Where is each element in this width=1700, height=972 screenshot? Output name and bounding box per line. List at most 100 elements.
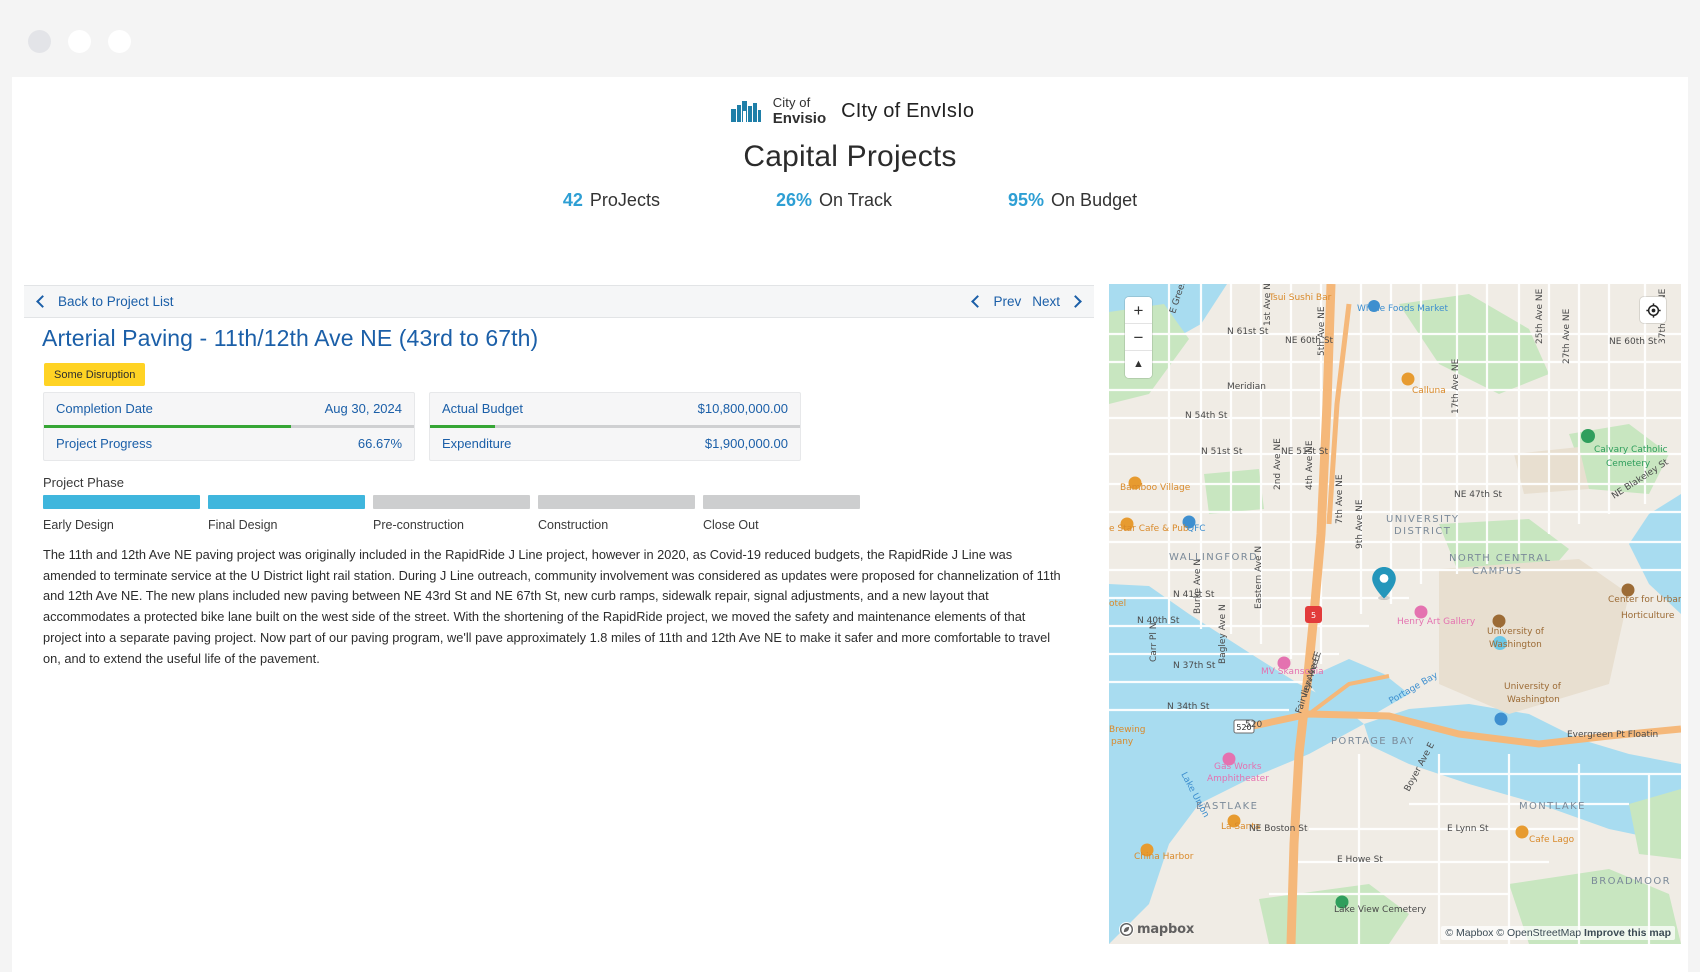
stat-on-budget: 95% On Budget — [1008, 190, 1137, 211]
browser-chrome — [0, 0, 1700, 77]
mapbox-wordmark: mapbox — [1137, 922, 1195, 937]
phase-bar — [373, 495, 530, 509]
map-label: N 34th St — [1167, 702, 1210, 712]
project-phase-1: Early Design — [43, 495, 200, 532]
project-progress-bar — [44, 425, 414, 428]
improve-this-map-link[interactable]: Improve this map — [1584, 927, 1671, 939]
app-header: City of Envisio CIty of EnvIsIo Capital … — [12, 77, 1688, 211]
city-of-envisio-logo-icon — [725, 96, 764, 126]
map-label: Meridian — [1227, 382, 1266, 392]
map-attribution: © Mapbox © OpenStreetMap Improve this ma… — [1441, 926, 1675, 940]
prev-label[interactable]: Prev — [993, 294, 1021, 309]
map-label: Eastern Ave N — [1254, 546, 1264, 609]
page-title: Capital Projects — [743, 140, 957, 173]
map-label: Whole Foods Market — [1357, 304, 1449, 314]
next-label[interactable]: Next — [1032, 294, 1060, 309]
map-label: Lake View Cemetery — [1334, 905, 1427, 915]
stat-projects-value: 42 — [562, 190, 583, 210]
map-label: Cafe Lago — [1529, 835, 1575, 845]
map-zoom-out-button[interactable]: − — [1125, 324, 1152, 351]
project-navbar: Back to Project List Prev Next — [24, 285, 1094, 318]
map-label: 25th Ave NE — [1535, 288, 1545, 344]
map-label: 5th Ave NE — [1317, 306, 1327, 356]
map-label: Washington — [1507, 695, 1560, 705]
map-label: 2nd Ave NE — [1273, 438, 1283, 490]
metric-cards: Completion Date Aug 30, 2024 Project Pro… — [43, 392, 801, 461]
map-label: N 61st St — [1227, 327, 1269, 337]
phase-label: Early Design — [43, 518, 114, 532]
map-label: DISTRICT — [1394, 526, 1451, 537]
map-label: Bagley Ave N — [1218, 604, 1228, 664]
map-label: Horticulture — [1621, 611, 1675, 621]
content-area: Back to Project List Prev Next Arterial … — [12, 267, 1688, 972]
app-page: City of Envisio CIty of EnvIsIo Capital … — [12, 77, 1688, 972]
map-label: N 51st St — [1201, 447, 1243, 457]
map-compass-button[interactable]: ▲ — [1125, 351, 1152, 378]
map-label: 17th Ave NE — [1451, 358, 1461, 414]
map-label: Calluna — [1412, 386, 1446, 396]
map-label: N 54th St — [1185, 411, 1228, 421]
geolocate-icon — [1645, 302, 1661, 318]
window-dot-3[interactable] — [108, 30, 131, 53]
expenditure-bar — [430, 425, 800, 428]
logo-line-2: Envisio — [772, 110, 827, 127]
phase-label: Construction — [538, 518, 609, 532]
brand-row: City of Envisio CIty of EnvIsIo — [12, 94, 1688, 128]
map-zoom-in-button[interactable]: + — [1125, 297, 1152, 324]
project-progress-value: 66.67% — [357, 436, 402, 451]
map-geolocate-button[interactable] — [1640, 297, 1666, 323]
budget-card: Actual Budget $10,800,000.00 Expenditure… — [429, 392, 801, 461]
project-progress-row: Project Progress 66.67% — [44, 428, 414, 460]
window-dot-2[interactable] — [68, 30, 91, 53]
prev-chevron-icon[interactable] — [971, 295, 985, 308]
header-stats: 42 ProJects 26% On Track 95% On Budget — [12, 190, 1688, 211]
map-label: China Harbor — [1134, 852, 1194, 862]
stat-on-track-label: On Track — [818, 190, 893, 210]
window-controls — [28, 30, 131, 53]
stat-on-track-value: 26% — [775, 190, 812, 210]
map-label: 7th Ave NE — [1335, 474, 1345, 524]
project-phase-3: Pre-construction — [373, 495, 530, 532]
map-label: QFC — [1187, 524, 1206, 534]
map-label: BROADMOOR — [1591, 876, 1671, 887]
map-label: Cemetery — [1606, 459, 1651, 469]
map-label: 27th Ave NE — [1562, 308, 1572, 364]
back-to-project-list-label: Back to Project List — [58, 294, 174, 309]
completion-date-label: Completion Date — [56, 401, 153, 416]
expenditure-label: Expenditure — [442, 436, 512, 451]
map-label: Calvary Catholic — [1594, 445, 1668, 455]
map-label: NORTH CENTRAL — [1449, 553, 1551, 564]
next-chevron-icon[interactable] — [1069, 295, 1082, 308]
project-title: Arterial Paving - 11th/12th Ave NE (43rd… — [42, 325, 539, 351]
map-label: CAMPUS — [1472, 566, 1523, 577]
phase-label: Pre-construction — [373, 518, 465, 532]
back-to-project-list-button[interactable]: Back to Project List — [36, 294, 174, 309]
map-zoom-controls[interactable]: + − ▲ — [1125, 297, 1152, 378]
phase-bar — [538, 495, 695, 509]
expenditure-value: $1,900,000.00 — [704, 436, 788, 451]
actual-budget-value: $10,800,000.00 — [697, 401, 788, 416]
project-progress-label: Project Progress — [56, 436, 153, 451]
map-attribution-text: © Mapbox © OpenStreetMap — [1445, 927, 1582, 939]
phase-label: Final Design — [208, 518, 278, 532]
window-dot-1[interactable] — [28, 30, 51, 53]
map-label: Tsui Sushi Bar — [1268, 293, 1332, 303]
stat-projects-label: ProJects — [589, 190, 660, 210]
map-label: 1st Ave NE — [1263, 284, 1273, 326]
project-phase-4: Construction — [538, 495, 695, 532]
actual-budget-row: Actual Budget $10,800,000.00 — [430, 393, 800, 425]
logo-line-1: City of — [772, 94, 811, 110]
project-progress-bar-fill — [44, 425, 291, 428]
project-phase-2: Final Design — [208, 495, 365, 532]
map-label: 9th Ave NE — [1355, 499, 1365, 549]
svg-text:5: 5 — [1311, 611, 1316, 620]
map-label: 520 — [1245, 720, 1262, 730]
logo-wordmark: City of Envisio — [773, 95, 826, 128]
map-canvas[interactable]: 5 520 Tsui Sushi BarWhole Foods MarketN … — [1109, 284, 1681, 944]
map-label: e Star Cafe & Pub — [1109, 524, 1189, 534]
map-label: University of — [1487, 627, 1545, 637]
project-location-pin-icon[interactable] — [1371, 566, 1397, 600]
mapbox-logo[interactable]: mapbox — [1119, 922, 1194, 937]
stat-on-track: 26% On Track — [776, 190, 892, 211]
project-map[interactable]: 5 520 Tsui Sushi Bar Whole Foods Market … — [1109, 284, 1681, 944]
